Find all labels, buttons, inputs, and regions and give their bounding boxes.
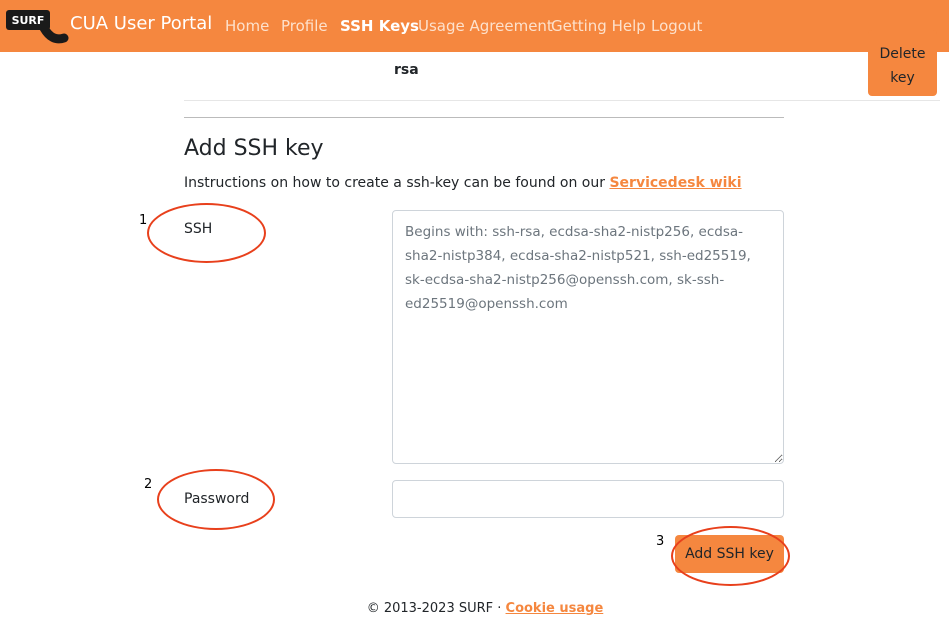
top-navbar: SURF CUA User Portal Home Profile SSH Ke… bbox=[0, 0, 949, 52]
annotation-number-1: 1 bbox=[139, 213, 148, 228]
password-label: Password bbox=[184, 491, 250, 507]
instructions-text: Instructions on how to create a ssh-key … bbox=[184, 175, 742, 191]
surf-logo-icon[interactable]: SURF bbox=[4, 8, 69, 44]
add-ssh-key-button[interactable]: Add SSH key bbox=[675, 535, 784, 573]
nav-ssh-keys[interactable]: SSH Keys bbox=[340, 17, 419, 35]
app-title[interactable]: CUA User Portal bbox=[70, 13, 212, 34]
annotation-number-2: 2 bbox=[144, 477, 153, 492]
add-ssh-key-title: Add SSH key bbox=[184, 136, 324, 161]
footer: © 2013-2023 SURF · Cookie usage bbox=[0, 601, 949, 616]
nav-profile[interactable]: Profile bbox=[281, 17, 328, 35]
annotation-number-3: 3 bbox=[656, 534, 665, 549]
instructions-prefix: Instructions on how to create a ssh-key … bbox=[184, 175, 606, 191]
servicedesk-wiki-link[interactable]: Servicedesk wiki bbox=[609, 175, 741, 191]
nav-home[interactable]: Home bbox=[225, 17, 269, 35]
nav-usage-agreement[interactable]: Usage Agreement bbox=[418, 17, 553, 35]
row-divider bbox=[184, 100, 940, 101]
ssh-key-textarea[interactable] bbox=[392, 210, 784, 464]
section-divider bbox=[184, 117, 784, 118]
cookie-usage-link[interactable]: Cookie usage bbox=[506, 601, 604, 616]
nav-logout[interactable]: Logout bbox=[651, 17, 702, 35]
footer-copyright: © 2013-2023 SURF · bbox=[366, 601, 502, 616]
logo-text: SURF bbox=[12, 14, 45, 27]
delete-key-button[interactable]: Delete key bbox=[868, 30, 937, 96]
ssh-label: SSH bbox=[184, 221, 213, 237]
nav-getting-help[interactable]: Getting Help bbox=[551, 17, 646, 35]
password-field[interactable] bbox=[392, 480, 784, 518]
existing-key-type: rsa bbox=[394, 62, 419, 78]
